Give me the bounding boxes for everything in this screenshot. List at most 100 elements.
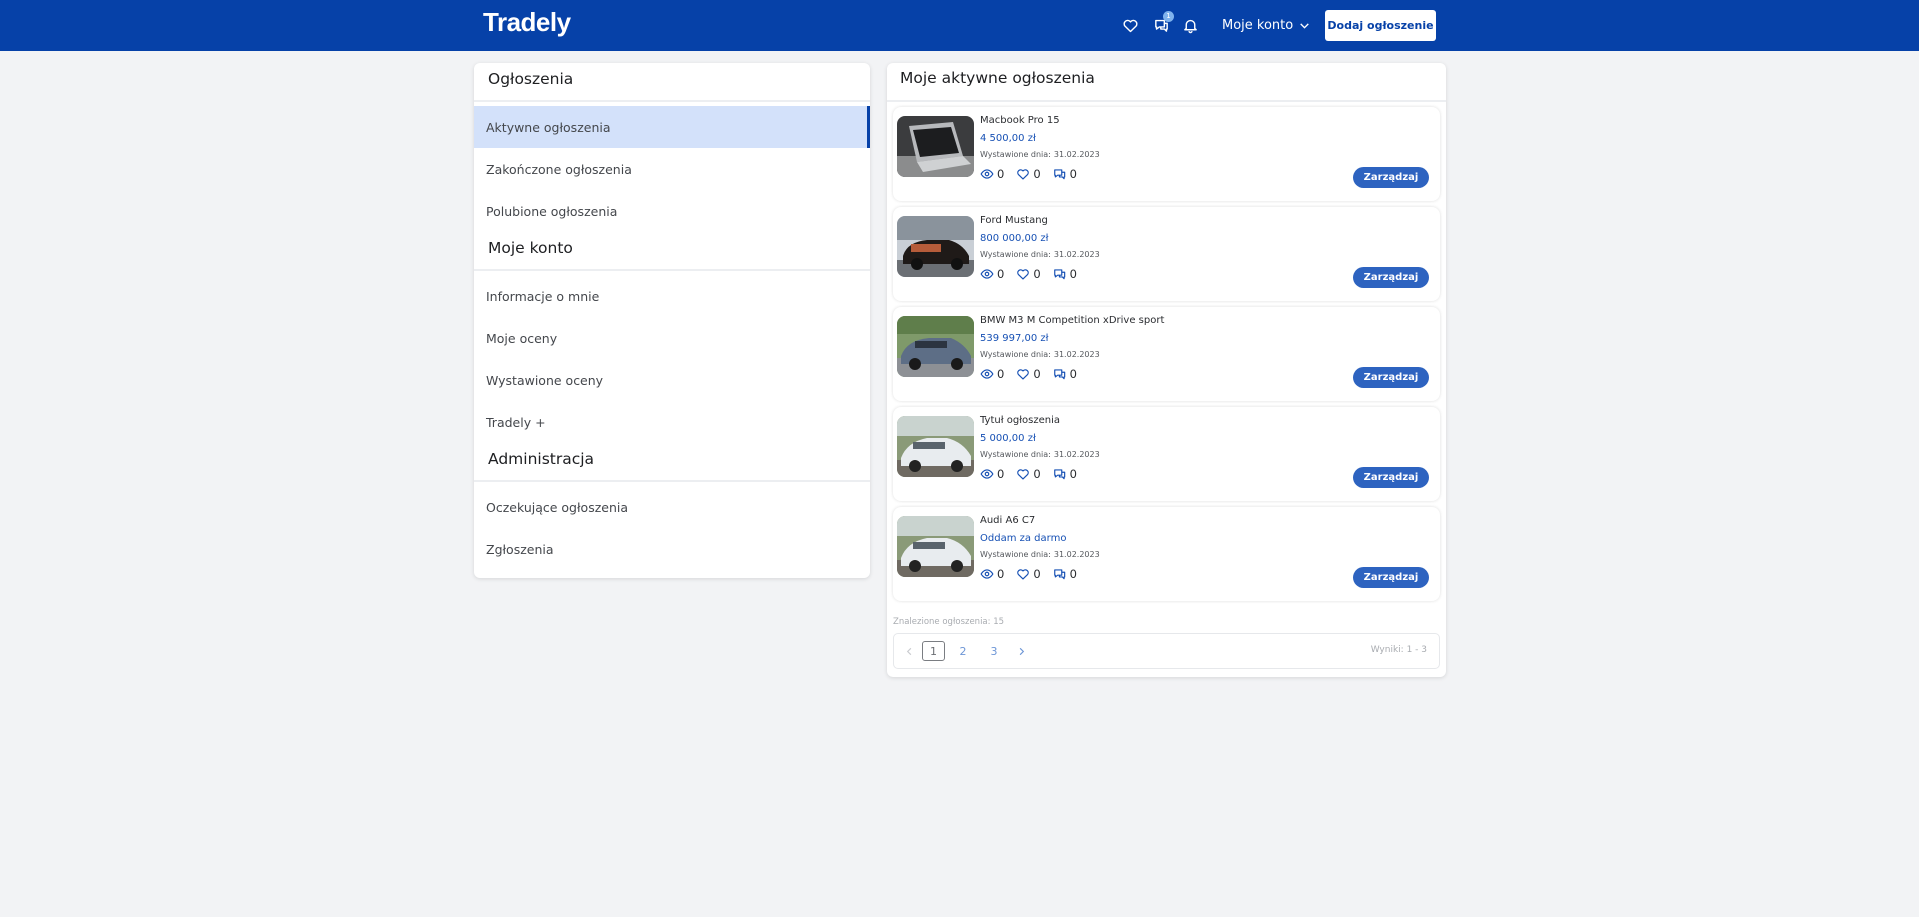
- listing-stats: 0 0 0: [980, 367, 1077, 381]
- add-listing-button[interactable]: Dodaj ogłoszenie: [1325, 10, 1436, 41]
- listing-card[interactable]: Ford Mustang 800 000,00 zł Wystawione dnia…: [893, 207, 1440, 301]
- likes-stat: 0: [1016, 567, 1041, 581]
- likes-count: 0: [1033, 467, 1041, 481]
- likes-stat: 0: [1016, 367, 1041, 381]
- messages-icon[interactable]: 1: [1151, 11, 1174, 35]
- messages-count-badge: 1: [1163, 11, 1174, 22]
- manage-listing-button[interactable]: Zarządzaj: [1353, 567, 1429, 588]
- listing-date-value: 31.02.2023: [1053, 550, 1100, 559]
- heart-icon: [1016, 367, 1030, 381]
- eye-icon: [980, 467, 994, 481]
- listing-date-value: 31.02.2023: [1053, 250, 1100, 259]
- likes-stat: 0: [1016, 167, 1041, 181]
- sidebar-item-active-listings[interactable]: Aktywne ogłoszenia: [474, 106, 870, 148]
- sidebar-item-reports[interactable]: Zgłoszenia: [474, 528, 870, 570]
- sidebar-item-tradely-plus[interactable]: Tradely +: [474, 401, 870, 443]
- comments-count: 0: [1069, 467, 1077, 481]
- comments-count: 0: [1069, 367, 1077, 381]
- listing-thumbnail[interactable]: [897, 416, 974, 477]
- views-count: 0: [997, 567, 1005, 581]
- page-button-3[interactable]: 3: [987, 641, 1001, 661]
- heart-icon: [1016, 567, 1030, 581]
- listing-thumbnail[interactable]: [897, 316, 974, 377]
- eye-icon: [980, 567, 994, 581]
- pagination: 1 2 3 Wyniki: 1 - 3: [893, 633, 1440, 669]
- manage-listing-button[interactable]: Zarządzaj: [1353, 267, 1429, 288]
- likes-stat: 0: [1016, 267, 1041, 281]
- listing-stats: 0 0 0: [980, 467, 1077, 481]
- sidebar-item-my-ratings[interactable]: Moje oceny: [474, 317, 870, 359]
- sidebar-item-given-ratings[interactable]: Wystawione oceny: [474, 359, 870, 401]
- listing-title[interactable]: Macbook Pro 15: [980, 115, 1060, 126]
- top-navbar: Tradely 1 Moje konto Dodaj ogłoszenie: [0, 0, 1919, 51]
- comments-stat: 0: [1053, 567, 1077, 581]
- listing-title[interactable]: Audi A6 C7: [980, 515, 1035, 526]
- favorites-heart-icon[interactable]: [1120, 15, 1140, 35]
- listing-thumbnail[interactable]: [897, 516, 974, 577]
- listing-stats: 0 0 0: [980, 167, 1077, 181]
- listing-date: Wystawione dnia: 31.02.2023: [980, 150, 1100, 159]
- comments-stat: 0: [1053, 267, 1077, 281]
- sidebar-item-pending-listings[interactable]: Oczekujące ogłoszenia: [474, 486, 870, 528]
- eye-icon: [980, 367, 994, 381]
- listing-date: Wystawione dnia: 31.02.2023: [980, 350, 1100, 359]
- manage-listing-button[interactable]: Zarządzaj: [1353, 167, 1429, 188]
- views-stat: 0: [980, 467, 1004, 481]
- manage-listing-button[interactable]: Zarządzaj: [1353, 367, 1429, 388]
- account-menu[interactable]: Moje konto: [1222, 15, 1311, 35]
- sidebar-item-about-me[interactable]: Informacje o mnie: [474, 275, 870, 317]
- manage-listing-button[interactable]: Zarządzaj: [1353, 467, 1429, 488]
- sidebar-heading-listings: Ogłoszenia: [488, 70, 574, 88]
- sidebar-item-ended-listings[interactable]: Zakończone ogłoszenia: [474, 148, 870, 190]
- listing-card[interactable]: Macbook Pro 15 4 500,00 zł Wystawione dnia…: [893, 107, 1440, 201]
- listing-price: 5 000,00 zł: [980, 433, 1036, 444]
- divider: [474, 269, 870, 271]
- listing-thumbnail[interactable]: [897, 216, 974, 277]
- comments-stat: 0: [1053, 467, 1077, 481]
- divider: [474, 480, 870, 482]
- listing-date-label: Wystawione dnia:: [980, 350, 1051, 359]
- page-button-2[interactable]: 2: [956, 641, 970, 661]
- listing-title[interactable]: BMW M3 M Competition xDrive sport: [980, 315, 1164, 326]
- comments-icon: [1053, 467, 1067, 481]
- listing-title[interactable]: Tytuł ogłoszenia: [980, 415, 1060, 426]
- page-title: Moje aktywne ogłoszenia: [900, 69, 1095, 87]
- listing-stats: 0 0 0: [980, 567, 1077, 581]
- divider: [474, 100, 870, 102]
- comments-count: 0: [1069, 167, 1077, 181]
- listing-card[interactable]: BMW M3 M Competition xDrive sport 539 997…: [893, 307, 1440, 401]
- listing-date: Wystawione dnia: 31.02.2023: [980, 250, 1100, 259]
- prev-page-chevron-icon[interactable]: [902, 641, 916, 661]
- sidebar-item-liked-listings[interactable]: Polubione ogłoszenia: [474, 190, 870, 232]
- sidebar-heading-administration: Administracja: [488, 450, 595, 468]
- likes-stat: 0: [1016, 467, 1041, 481]
- sidebar: Ogłoszenia Aktywne ogłoszenia Zakończone…: [474, 63, 870, 578]
- next-page-chevron-icon[interactable]: [1014, 641, 1028, 661]
- listing-date-value: 31.02.2023: [1053, 350, 1100, 359]
- found-count: Znalezione ogłoszenia: 15: [893, 617, 1005, 627]
- views-stat: 0: [980, 167, 1004, 181]
- listing-stats: 0 0 0: [980, 267, 1077, 281]
- listing-card[interactable]: Audi A6 C7 Oddam za darmo Wystawione dnia:…: [893, 507, 1440, 601]
- listing-price: 4 500,00 zł: [980, 133, 1036, 144]
- comments-icon: [1053, 567, 1067, 581]
- listing-date-label: Wystawione dnia:: [980, 550, 1051, 559]
- views-stat: 0: [980, 567, 1004, 581]
- listing-date-value: 31.02.2023: [1053, 150, 1100, 159]
- page-button-1[interactable]: 1: [922, 641, 945, 661]
- notifications-bell-icon[interactable]: [1180, 15, 1200, 35]
- listing-date: Wystawione dnia: 31.02.2023: [980, 550, 1100, 559]
- likes-count: 0: [1033, 567, 1041, 581]
- listing-date-label: Wystawione dnia:: [980, 450, 1051, 459]
- heart-icon: [1016, 167, 1030, 181]
- comments-count: 0: [1069, 267, 1077, 281]
- likes-count: 0: [1033, 267, 1041, 281]
- listing-thumbnail[interactable]: [897, 116, 974, 177]
- views-count: 0: [997, 167, 1005, 181]
- listing-title[interactable]: Ford Mustang: [980, 215, 1048, 226]
- listing-card[interactable]: Tytuł ogłoszenia 5 000,00 zł Wystawione dn…: [893, 407, 1440, 501]
- views-count: 0: [997, 467, 1005, 481]
- brand-logo[interactable]: Tradely: [483, 7, 571, 38]
- account-menu-label: Moje konto: [1222, 17, 1294, 33]
- comments-count: 0: [1069, 567, 1077, 581]
